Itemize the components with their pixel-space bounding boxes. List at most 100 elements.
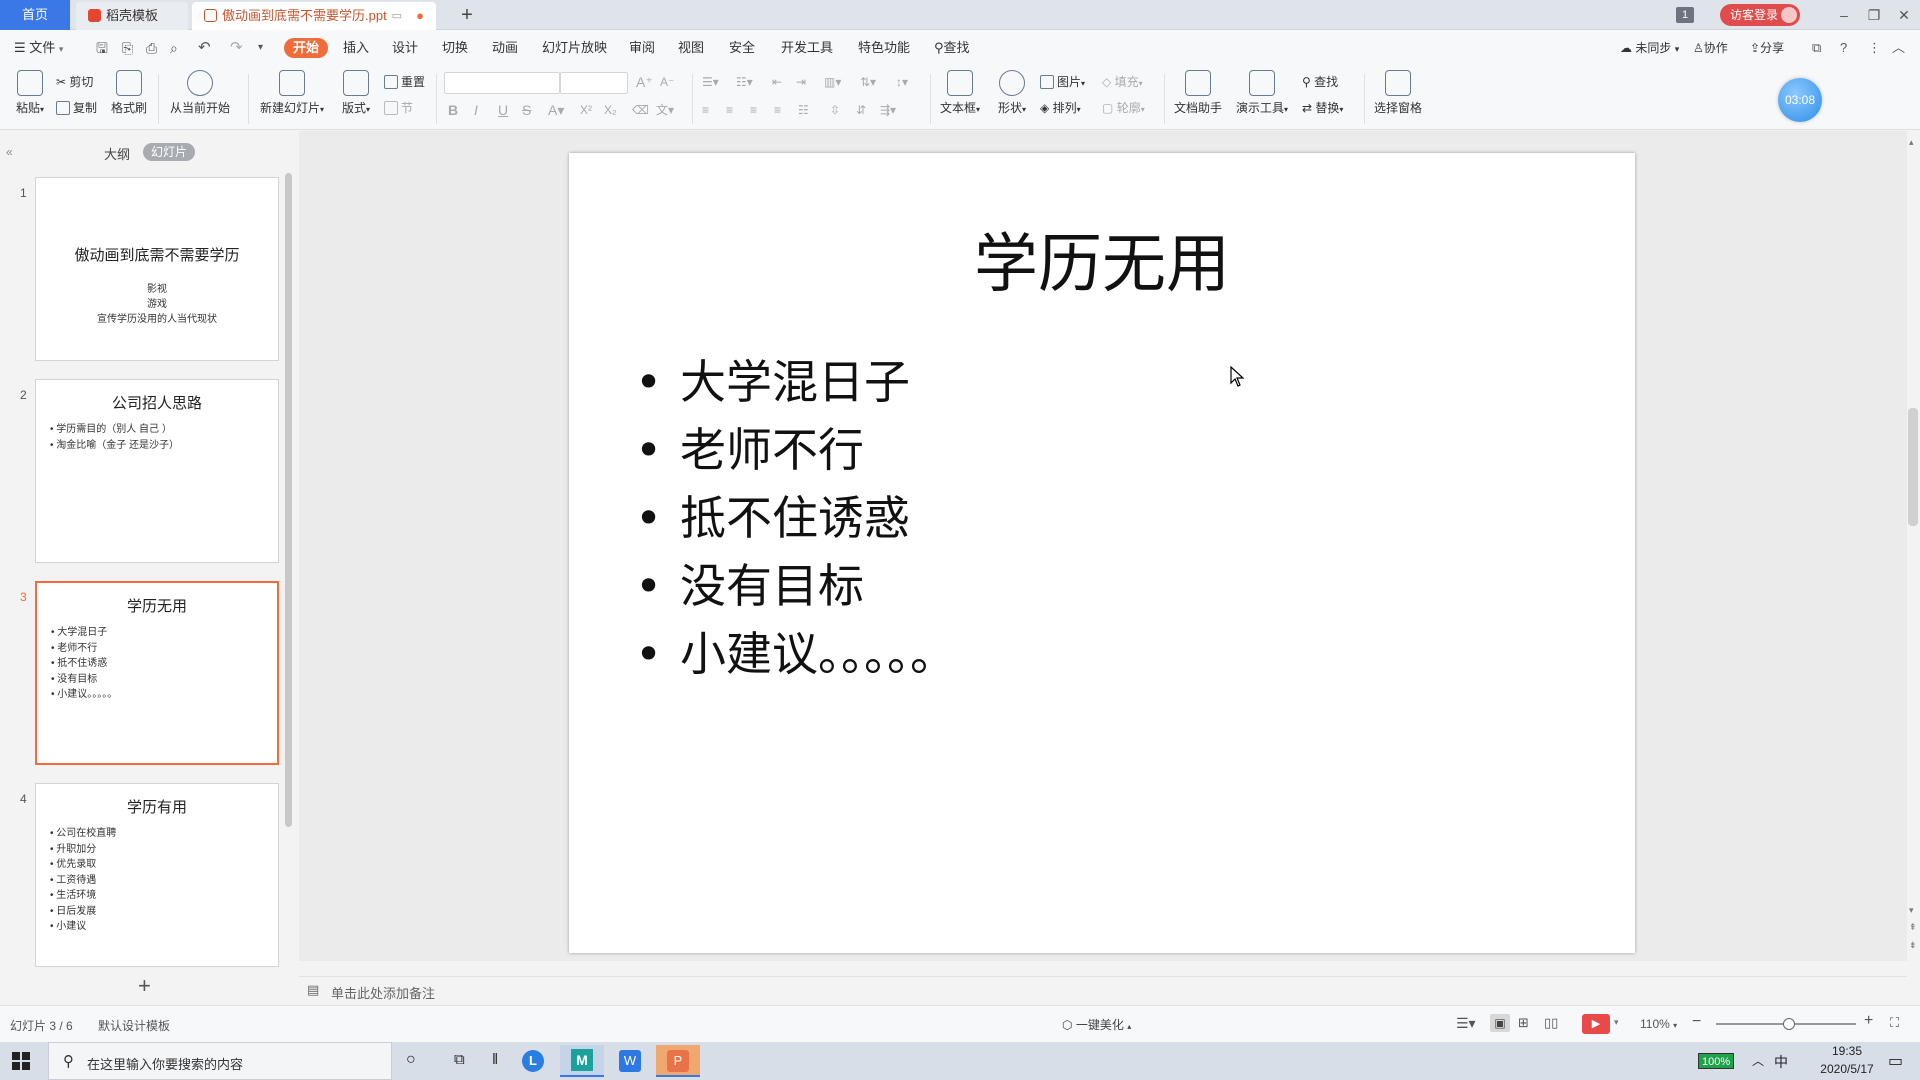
- zoom-in-button[interactable]: +: [1864, 1012, 1873, 1030]
- window-count-badge[interactable]: 1: [1676, 7, 1694, 23]
- fit-window-icon[interactable]: ⛶: [1890, 1015, 1899, 1031]
- normal-view-icon[interactable]: ▣: [1490, 1014, 1510, 1032]
- play-slideshow-button[interactable]: ▶: [1582, 1014, 1610, 1034]
- zoom-slider-thumb[interactable]: [1782, 1018, 1795, 1030]
- help-icon[interactable]: ?: [1840, 38, 1847, 58]
- outline-button[interactable]: ▢ 轮廓▾: [1102, 98, 1145, 118]
- italic-icon[interactable]: I: [474, 100, 478, 120]
- more-icon[interactable]: ⋮: [1868, 38, 1881, 58]
- beautify-button[interactable]: ⬡ 一键美化 ▴: [1062, 1016, 1131, 1033]
- zoom-level[interactable]: 110% ▾: [1640, 1017, 1677, 1031]
- menu-view[interactable]: 视图: [678, 38, 704, 58]
- numbering-icon[interactable]: ☷▾: [736, 72, 753, 92]
- menu-security[interactable]: 安全: [729, 38, 755, 58]
- share-button[interactable]: ⇪分享: [1750, 38, 1784, 58]
- bullets-icon[interactable]: ☰▾: [702, 72, 719, 92]
- collapse-panel-icon[interactable]: «: [6, 145, 13, 159]
- play-from-current-button[interactable]: 从当前开始: [164, 70, 236, 116]
- timer-badge[interactable]: 03:08: [1778, 78, 1822, 122]
- columns-icon[interactable]: ▥▾: [824, 72, 841, 92]
- tab-document[interactable]: 傲动画到底需不需要学历.ppt ▭ ●: [192, 2, 436, 30]
- format-painter-button[interactable]: 格式刷: [108, 70, 150, 116]
- print-preview-icon[interactable]: ⌕: [170, 38, 178, 58]
- zoom-out-button[interactable]: −: [1692, 1013, 1701, 1031]
- close-button[interactable]: ✕: [1890, 4, 1918, 26]
- app-wps-presentation-icon[interactable]: P: [656, 1045, 700, 1077]
- fill-button[interactable]: ◇ 填充▾: [1102, 72, 1143, 92]
- align-right-icon[interactable]: ≡: [750, 100, 757, 120]
- cortana-icon[interactable]: ○: [406, 1051, 416, 1069]
- canvas-scrollbar[interactable]: [1908, 408, 1918, 526]
- menu-animation[interactable]: 动画: [492, 38, 518, 58]
- menu-start[interactable]: 开始: [284, 38, 329, 58]
- print-icon[interactable]: ⎙: [146, 38, 157, 58]
- task-view-icon[interactable]: ⧉: [454, 1051, 465, 1068]
- taskbar-search-box[interactable]: ⚲ 在这里输入你要搜索的内容: [48, 1042, 392, 1080]
- text-direction-icon[interactable]: ⇅▾: [860, 72, 876, 92]
- save-icon[interactable]: 🖫: [96, 38, 108, 58]
- scroll-up-icon[interactable]: ▴: [1909, 137, 1914, 148]
- export-icon[interactable]: ⎘: [122, 38, 133, 58]
- notes-toggle-icon[interactable]: ☰▾: [1456, 1015, 1476, 1032]
- justify-icon[interactable]: ≡: [774, 100, 781, 120]
- decrease-indent-icon[interactable]: ⇤: [772, 72, 782, 92]
- paste-button[interactable]: 粘贴▾: [10, 70, 50, 116]
- app-maya-icon[interactable]: M: [560, 1045, 604, 1077]
- prev-slide-icon[interactable]: ▾: [1909, 905, 1914, 916]
- customize-icon[interactable]: ▾: [258, 38, 263, 58]
- add-slide-icon[interactable]: +: [138, 973, 151, 999]
- menu-transition[interactable]: 切换: [442, 38, 468, 58]
- arrange-button[interactable]: ◈ 排列▾: [1040, 98, 1081, 118]
- font-size-select[interactable]: [560, 72, 628, 94]
- bold-icon[interactable]: B: [448, 100, 458, 120]
- window-icon[interactable]: ⧉: [1812, 38, 1821, 58]
- tray-expand-icon[interactable]: ︿: [1752, 1052, 1764, 1069]
- menu-search[interactable]: ⚲查找: [934, 38, 970, 58]
- present-icon[interactable]: ▭: [392, 2, 402, 30]
- notes-placeholder[interactable]: 单击此处添加备注: [331, 983, 435, 1002]
- grow-font-icon[interactable]: A⁺: [636, 72, 653, 92]
- undo-icon[interactable]: ↶: [198, 38, 211, 58]
- sync-status[interactable]: ☁ 未同步 ▾: [1620, 38, 1679, 58]
- reset-button[interactable]: 重置: [384, 72, 425, 92]
- increase-indent-icon[interactable]: ⇥: [796, 72, 806, 92]
- collab-button[interactable]: ♙协作: [1693, 38, 1728, 58]
- slide-body[interactable]: 大学混日子 老师不行 抵不住诱惑 没有目标 小建议。。。。。: [635, 348, 956, 688]
- align-left-icon[interactable]: ≡: [702, 100, 709, 120]
- redo-icon[interactable]: ↷: [230, 38, 243, 58]
- clock-date[interactable]: 2020/5/17: [1812, 1062, 1882, 1076]
- menu-review[interactable]: 审阅: [629, 38, 655, 58]
- panel-scrollbar[interactable]: [285, 173, 292, 827]
- superscript-icon[interactable]: X²: [580, 100, 592, 120]
- menu-developer[interactable]: 开发工具: [781, 38, 833, 58]
- slides-tab[interactable]: 幻灯片: [143, 143, 196, 161]
- login-button[interactable]: 访客登录: [1720, 4, 1800, 26]
- paragraph-spacing-icon[interactable]: ⇳: [830, 100, 840, 120]
- doc-assistant-button[interactable]: 文档助手: [1172, 70, 1224, 116]
- reading-view-icon[interactable]: ▯▯: [1544, 1015, 1558, 1031]
- outline-tab[interactable]: 大纲: [104, 144, 130, 163]
- file-menu[interactable]: ☰ 文件 ▾: [14, 38, 63, 58]
- align-center-icon[interactable]: ≡: [726, 100, 733, 120]
- menu-insert[interactable]: 插入: [343, 38, 369, 58]
- menu-slideshow[interactable]: 幻灯片放映: [542, 38, 607, 58]
- battery-indicator[interactable]: 100%: [1698, 1053, 1735, 1069]
- windows-start-button[interactable]: [12, 1052, 30, 1070]
- textbox-button[interactable]: 文本框▾: [936, 70, 984, 116]
- page-up-icon[interactable]: ⇞: [1909, 922, 1917, 933]
- ime-indicator[interactable]: 中: [1774, 1052, 1788, 1072]
- font-family-select[interactable]: [444, 72, 560, 94]
- minimize-button[interactable]: –: [1830, 4, 1858, 26]
- clock-time[interactable]: 19:35: [1812, 1044, 1882, 1058]
- app-wps-icon[interactable]: W: [608, 1045, 652, 1077]
- slide-title[interactable]: 学历无用: [569, 213, 1635, 305]
- text-align-icon[interactable]: ⇵: [856, 100, 866, 120]
- menu-features[interactable]: 特色功能: [858, 38, 910, 58]
- picture-button[interactable]: 图片▾: [1040, 72, 1085, 92]
- chevron-down-icon[interactable]: ▾: [1614, 1017, 1619, 1028]
- char-spacing-icon[interactable]: 文▾: [656, 100, 674, 120]
- current-slide[interactable]: 学历无用 大学混日子 老师不行 抵不住诱惑 没有目标 小建议。。。。。: [569, 153, 1635, 953]
- sorter-view-icon[interactable]: ⊞: [1518, 1015, 1529, 1031]
- clear-format-icon[interactable]: ⌫: [632, 100, 649, 120]
- shape-button[interactable]: 形状▾: [990, 70, 1034, 116]
